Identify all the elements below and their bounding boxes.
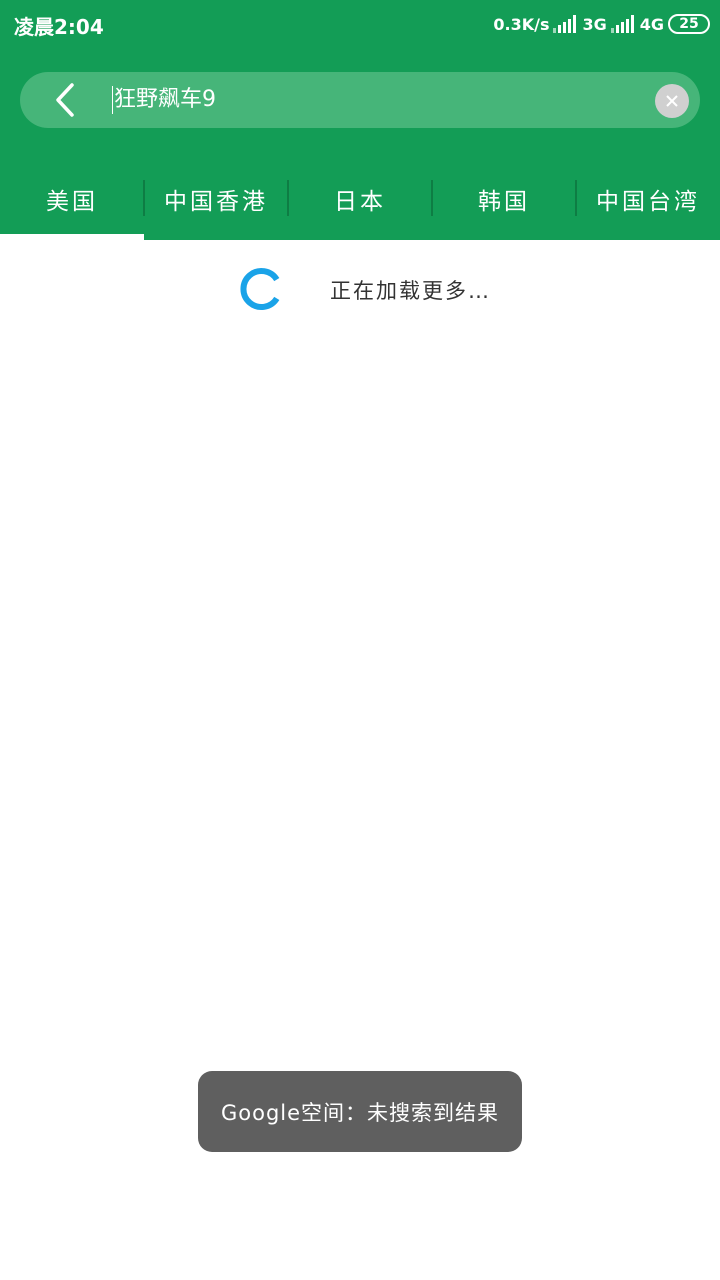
network-speed: 0.3K/s	[493, 14, 550, 34]
status-indicators: 0.3K/s 3G 4G 25	[493, 12, 710, 36]
selected-tab-indicator	[0, 234, 144, 240]
tab-label: 韩国	[478, 189, 530, 215]
tab-usa[interactable]: 美国	[0, 158, 144, 240]
chevron-left-icon[interactable]	[50, 82, 86, 118]
clear-search-button[interactable]	[655, 84, 689, 118]
loading-indicator: 正在加载更多…	[0, 262, 720, 316]
app-header: 凌晨2:04 0.3K/s 3G 4G 25 狂野飙车9 美国 中国香港 日本 …	[0, 0, 720, 240]
loading-spinner-icon	[240, 268, 280, 310]
signal-icon	[553, 15, 577, 33]
tab-label: 日本	[334, 189, 386, 215]
text-cursor	[112, 86, 113, 114]
search-bar: 狂野飙车9	[20, 72, 700, 128]
status-time: 凌晨2:04	[14, 15, 104, 39]
loading-text: 正在加载更多…	[330, 279, 491, 303]
signal-icon	[610, 15, 634, 33]
tab-korea[interactable]: 韩国	[432, 158, 576, 240]
region-tabs: 美国 中国香港 日本 韩国 中国台湾	[0, 158, 720, 240]
tab-label: 中国台湾	[596, 189, 700, 215]
tab-hong-kong[interactable]: 中国香港	[144, 158, 288, 240]
toast-message: Google空间：未搜索到结果	[198, 1071, 522, 1152]
status-bar: 凌晨2:04 0.3K/s 3G 4G 25	[0, 0, 720, 48]
search-input[interactable]: 狂野飙车9	[114, 86, 216, 114]
signal1-label: 3G	[582, 14, 607, 34]
battery-level: 25	[679, 16, 699, 32]
tab-taiwan[interactable]: 中国台湾	[576, 158, 720, 240]
signal2-label: 4G	[639, 14, 664, 34]
close-icon	[666, 95, 678, 107]
tab-japan[interactable]: 日本	[288, 158, 432, 240]
tab-label: 美国	[46, 189, 98, 215]
toast-text: Google空间：未搜索到结果	[220, 1100, 500, 1125]
tab-label: 中国香港	[164, 189, 268, 215]
battery-icon: 25	[668, 14, 710, 34]
